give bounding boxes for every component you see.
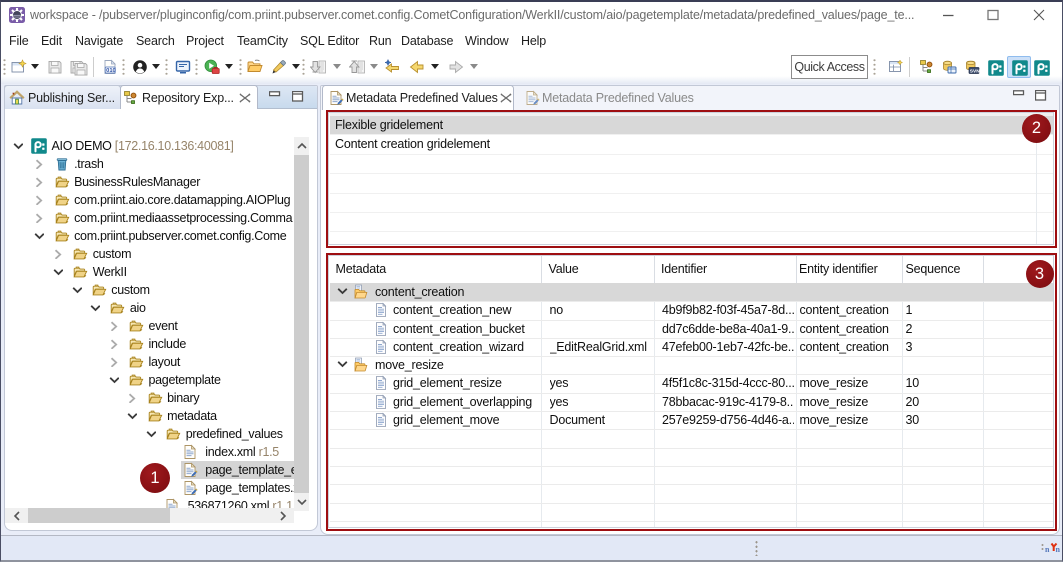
svg-text:n: n <box>1045 545 1050 554</box>
svg-text:n: n <box>1056 545 1061 554</box>
